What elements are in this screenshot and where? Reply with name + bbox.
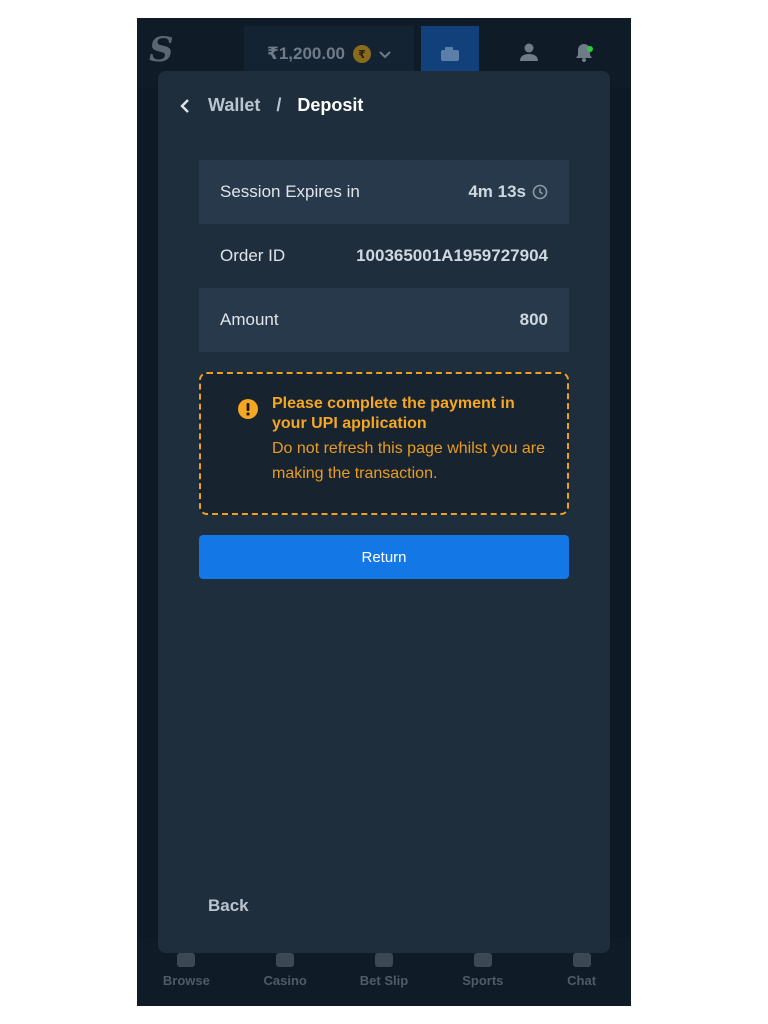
return-button[interactable]: Return [199,535,569,579]
payment-warning: Please complete the payment in your UPI … [199,372,569,515]
casino-icon [276,953,295,967]
breadcrumb: Wallet / Deposit [180,95,363,116]
browse-icon [177,953,196,967]
app-logo[interactable]: S [149,30,174,70]
breadcrumb-deposit: Deposit [297,95,364,115]
amount-value: 800 [519,310,548,329]
back-button[interactable]: Back [208,896,249,916]
session-timer: 4m 13s [468,182,526,201]
warning-title: Please complete the payment in your UPI … [272,395,515,432]
nav-label: Casino [263,973,307,988]
row-label: Amount [220,310,279,329]
order-id-row: Order ID 100365001A1959727904 [199,224,569,288]
nav-label: Bet Slip [359,973,409,988]
breadcrumb-separator: / [276,95,282,115]
warning-text: Do not refresh this page whilst you are … [272,440,546,482]
nav-label: Browse [162,973,210,988]
session-expiry-row: Session Expires in 4m 13s [199,160,569,224]
breadcrumb-wallet[interactable]: Wallet [208,95,260,116]
row-value: 4m 13s [468,182,548,202]
chevron-down-icon [379,46,391,62]
warning-icon [237,398,259,425]
sports-icon [473,953,492,967]
row-label: Session Expires in [220,182,360,201]
chat-icon [572,953,591,967]
balance-amount: ₹1,200.00 [266,44,345,63]
nav-label: Sports [462,973,504,988]
bet-slip-icon [374,953,393,967]
chevron-left-icon[interactable] [180,98,202,113]
timer-icon [532,184,548,200]
row-label: Order ID [220,246,286,265]
order-id-value: 100365001A1959727904 [356,246,548,265]
amount-row: Amount 800 [199,288,569,352]
nav-label: Chat [567,973,597,988]
wallet-icon [441,47,459,61]
user-icon[interactable] [519,42,539,67]
deposit-modal: Wallet / Deposit Session Expires in 4m 1… [158,71,610,953]
notification-dot [587,46,593,52]
coin-icon: ₹ [353,45,371,63]
